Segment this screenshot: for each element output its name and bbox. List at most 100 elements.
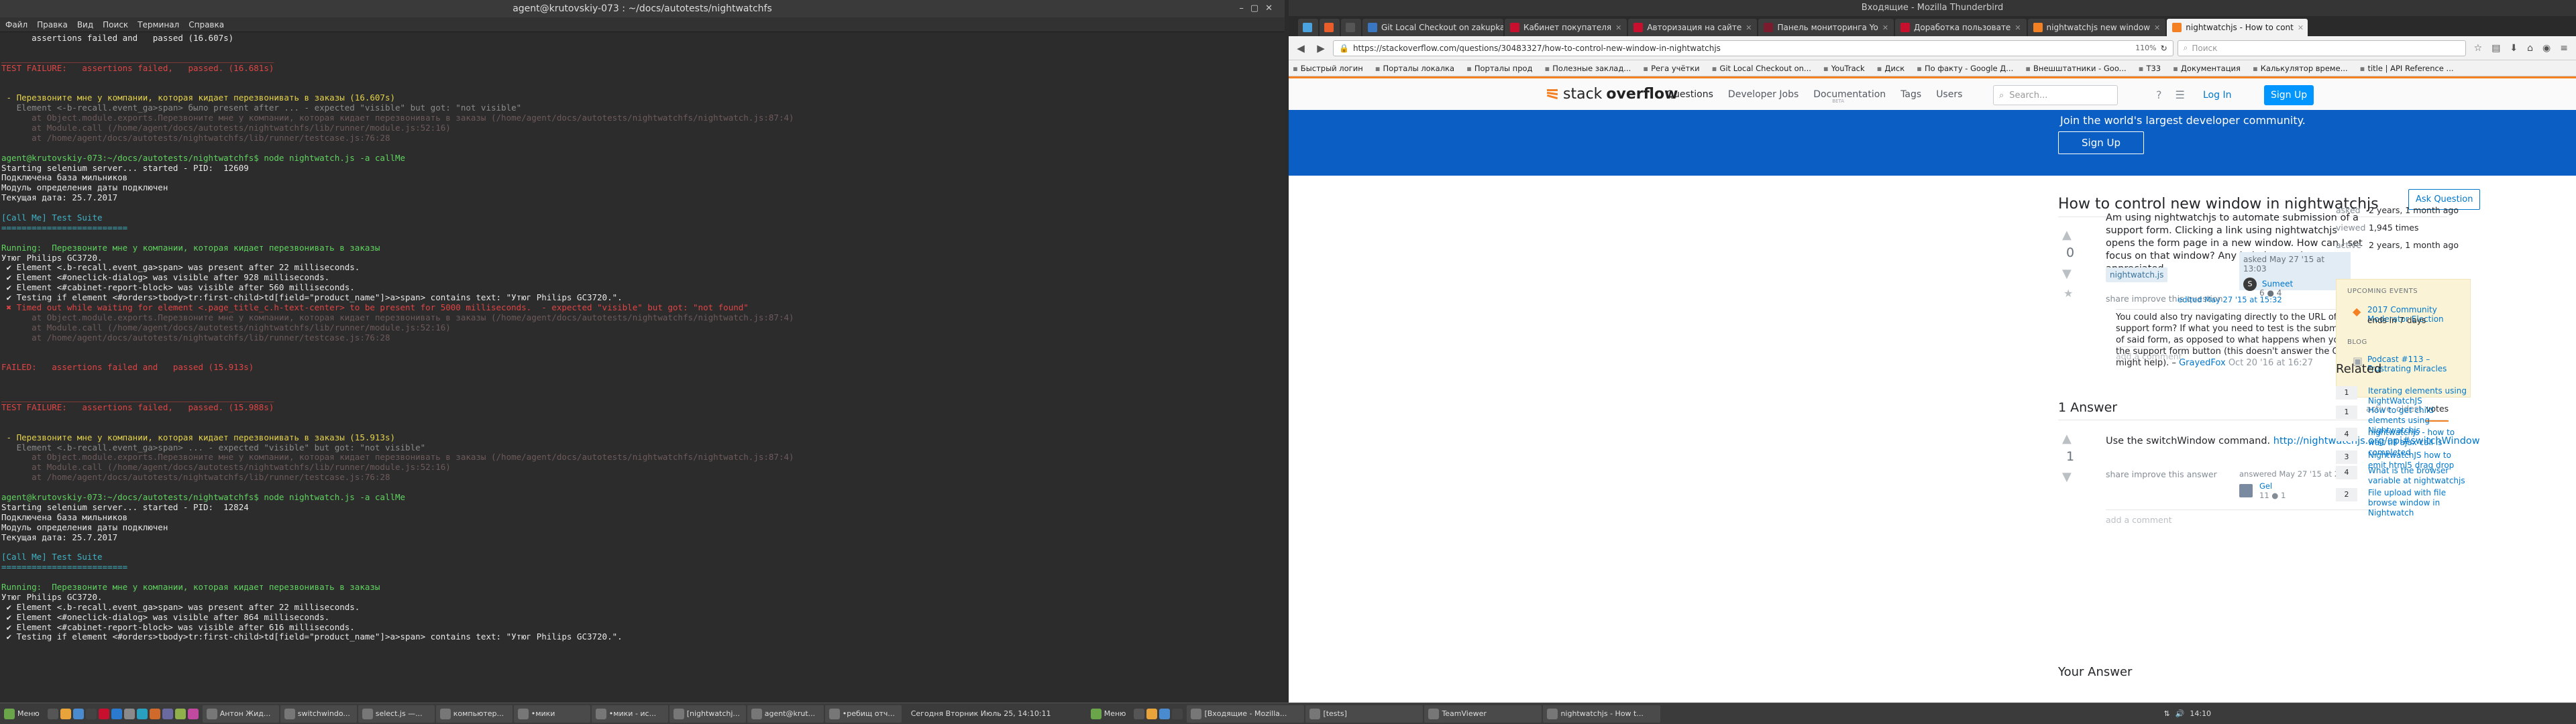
bookmark-item[interactable]: Быстрый логин bbox=[1293, 64, 1363, 73]
bookmark-item[interactable]: Внешштатники - Goo... bbox=[2025, 64, 2127, 73]
browser-titlebar[interactable]: Входящие - Mozilla Thunderbird bbox=[1289, 0, 2576, 16]
browser-icon[interactable] bbox=[72, 708, 84, 719]
browser-search-input[interactable]: ⌕ Поиск bbox=[2177, 40, 2466, 56]
add-comment-link[interactable]: add a comment bbox=[2106, 515, 2172, 525]
related-link[interactable]: What is the browser variable at nightwat… bbox=[2368, 466, 2470, 486]
downvote-icon[interactable]: ▼ bbox=[2062, 470, 2072, 484]
home-icon[interactable]: ⌂ bbox=[2527, 43, 2533, 54]
close-tab-icon[interactable]: ✕ bbox=[2154, 23, 2160, 32]
answer-actions[interactable]: share improve this answer bbox=[2106, 469, 2217, 479]
bookmark-item[interactable]: Полезные заклад... bbox=[1544, 64, 1631, 73]
terminal-output[interactable]: assertions failed and passed (16.607s) __… bbox=[0, 32, 1285, 703]
add-comment-link[interactable]: add a comment bbox=[2116, 351, 2182, 361]
browser-tab[interactable]: Кабинет покупателя ✕ bbox=[1505, 19, 1627, 36]
start-menu-button-right[interactable]: Меню bbox=[1087, 705, 1130, 723]
close-tab-icon[interactable]: ✕ bbox=[1882, 23, 1888, 32]
upvote-icon[interactable]: ▲ bbox=[2062, 432, 2072, 446]
menu-file[interactable]: Файл bbox=[5, 17, 28, 32]
menu-help[interactable]: Справка bbox=[189, 17, 224, 32]
clock-right[interactable]: 14:10 bbox=[2190, 709, 2211, 718]
nav-tags[interactable]: Tags bbox=[1900, 89, 1921, 100]
browser-tab[interactable]: nightwatchjs new window ✕ bbox=[2027, 19, 2166, 36]
window-controls[interactable]: –▢✕ bbox=[1239, 0, 1279, 17]
browser-window[interactable]: Входящие - Mozilla Thunderbird Git Local… bbox=[1289, 0, 2576, 703]
hamburger-menu-icon[interactable]: ☰ bbox=[2176, 88, 2185, 101]
bookmark-item[interactable]: Документация bbox=[2173, 64, 2241, 73]
desktop-icon[interactable] bbox=[1134, 708, 1145, 719]
taskbar-window-button[interactable]: [nightwatchj... bbox=[669, 705, 746, 723]
tag-nightwatch[interactable]: nightwatch.js bbox=[2106, 267, 2168, 282]
avatar[interactable] bbox=[2239, 484, 2253, 497]
avatar[interactable]: S bbox=[2243, 278, 2257, 291]
close-tab-icon[interactable]: ✕ bbox=[1746, 23, 1752, 32]
signup-button[interactable]: Sign Up bbox=[2264, 85, 2314, 105]
taskbar-window-button[interactable]: nightwatchjs - How t... bbox=[1543, 705, 1661, 723]
forward-icon[interactable]: ▶ bbox=[1313, 40, 1329, 56]
bookmark-item[interactable]: title | API Reference ... bbox=[2360, 64, 2453, 73]
browser-tab[interactable]: Панель мониторинга Yo ✕ bbox=[1758, 19, 1894, 36]
blog-item[interactable]: Podcast #113 – Frustrating Miracles bbox=[2367, 355, 2470, 373]
app-icon[interactable] bbox=[187, 708, 199, 719]
back-icon[interactable]: ◀ bbox=[1293, 40, 1309, 56]
bookmark-item[interactable]: T33 bbox=[2139, 64, 2161, 73]
nav-jobs[interactable]: Developer Jobs bbox=[1728, 89, 1799, 100]
library-icon[interactable]: ▤ bbox=[2491, 43, 2500, 54]
files-icon[interactable] bbox=[1146, 708, 1158, 719]
related-item[interactable]: 1 Iterating elements using NightWatchJS bbox=[2336, 386, 2470, 406]
network-icon[interactable]: ⇅ bbox=[2163, 709, 2169, 718]
taskbar-window-button[interactable]: •мики bbox=[513, 705, 590, 723]
browser-tab[interactable] bbox=[1341, 19, 1361, 36]
browser-tab[interactable]: Git Local Checkout on zakupka✕ bbox=[1362, 19, 1503, 36]
taskbar-window-button[interactable]: [tests] bbox=[1305, 705, 1424, 723]
browser-tab[interactable] bbox=[1298, 19, 1318, 36]
files-icon[interactable] bbox=[60, 708, 71, 719]
app-icon[interactable] bbox=[136, 708, 148, 719]
zoom-level[interactable]: 110% bbox=[2135, 44, 2156, 52]
nav-questions[interactable]: Questions bbox=[1666, 89, 1713, 100]
start-menu-button[interactable]: Меню bbox=[0, 705, 44, 723]
login-link[interactable]: Log In bbox=[2203, 90, 2231, 101]
browser-tab[interactable]: Авторизация на сайте ✕ bbox=[1628, 19, 1758, 36]
bookmark-item[interactable]: Диск bbox=[1877, 64, 1904, 73]
clock-left[interactable]: Сегодня Вторник Июль 25, 14:10:11 bbox=[907, 705, 1075, 723]
tab-active[interactable]: nightwatchjs - How to cont ✕ bbox=[2167, 19, 2308, 36]
nav-users[interactable]: Users bbox=[1936, 89, 1962, 100]
related-link[interactable]: File upload with file browse window in N… bbox=[2368, 488, 2470, 518]
addon-icon[interactable]: ◉ bbox=[2542, 43, 2551, 54]
question-user-name[interactable]: Sumeet bbox=[2262, 280, 2293, 289]
menu-terminal[interactable]: Терминал bbox=[138, 17, 179, 32]
related-item[interactable]: 4 What is the browser variable at nightwa… bbox=[2336, 466, 2470, 486]
terminal-titlebar[interactable]: agent@krutovskiy-073 : ~/docs/autotests/… bbox=[0, 0, 1285, 17]
taskbar-window-button[interactable]: компьютер... bbox=[435, 705, 513, 723]
taskbar-window-button[interactable]: switchwindo... bbox=[280, 705, 357, 723]
menu-view[interactable]: Вид bbox=[77, 17, 93, 32]
question-title[interactable]: How to control new window in nightwatchj… bbox=[2058, 196, 2379, 213]
downvote-icon[interactable]: ▼ bbox=[2062, 267, 2072, 281]
app-icon[interactable] bbox=[162, 708, 173, 719]
menu-search[interactable]: Поиск bbox=[103, 17, 128, 32]
taskbar-window-button[interactable]: [Входящие - Mozilla... bbox=[1187, 705, 1305, 723]
upvote-icon[interactable]: ▲ bbox=[2062, 228, 2072, 242]
bookmark-item[interactable]: Git Local Checkout on... bbox=[1712, 64, 1811, 73]
banner-signup-button[interactable]: Sign Up bbox=[2058, 131, 2144, 154]
related-item[interactable]: 2 File upload with file browse window in … bbox=[2336, 488, 2470, 518]
taskbar-window-button[interactable]: •мики - ис... bbox=[591, 705, 668, 723]
menu-edit[interactable]: Правка bbox=[37, 17, 68, 32]
related-link[interactable]: Iterating elements using NightWatchJS bbox=[2368, 386, 2470, 406]
taskbar-window-button[interactable]: TeamViewer bbox=[1424, 705, 1542, 723]
answer-user-name[interactable]: Gel bbox=[2259, 481, 2286, 491]
download-icon[interactable]: ⬇ bbox=[2510, 43, 2518, 54]
volume-icon[interactable]: 🔊 bbox=[2176, 709, 2185, 718]
so-search-input[interactable]: ⌕ Search... bbox=[1993, 85, 2118, 105]
desktop-icon[interactable] bbox=[47, 708, 58, 719]
bookmark-item[interactable]: Порталы локалка bbox=[1375, 64, 1455, 73]
favorite-star-icon[interactable]: ★ bbox=[2063, 287, 2073, 300]
close-tab-icon[interactable]: ✕ bbox=[1615, 23, 1621, 32]
hamburger-menu-icon[interactable]: ≡ bbox=[2560, 43, 2568, 54]
browser-icon[interactable] bbox=[1159, 708, 1171, 719]
app-icon[interactable] bbox=[123, 708, 135, 719]
bookmark-item[interactable]: Калькулятор време... bbox=[2253, 64, 2348, 73]
comment-user[interactable]: GrayedFox bbox=[2179, 358, 2226, 368]
bookmark-item[interactable]: Порталы прод bbox=[1466, 64, 1533, 73]
app-icon[interactable] bbox=[174, 708, 186, 719]
